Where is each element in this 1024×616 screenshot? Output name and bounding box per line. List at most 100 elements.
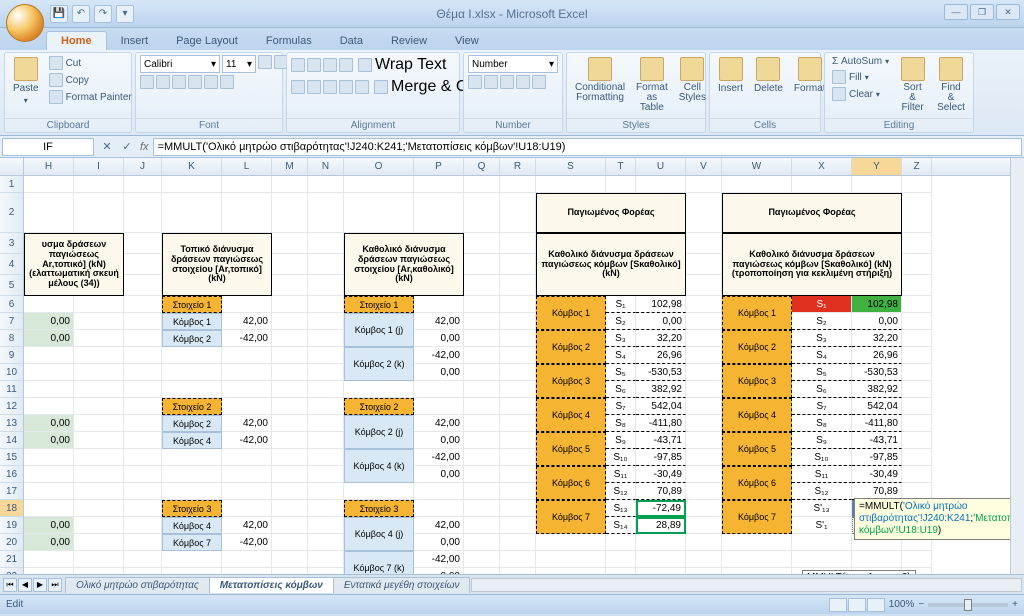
cell[interactable] (222, 176, 272, 193)
cell[interactable] (464, 275, 500, 296)
cell[interactable] (162, 381, 222, 398)
h-8[interactable]: 0,00 (24, 330, 74, 347)
cell[interactable] (500, 254, 536, 275)
cell[interactable] (464, 415, 500, 432)
cell[interactable] (464, 500, 500, 517)
cell[interactable] (500, 176, 536, 193)
w-kombos5[interactable]: Κόμβος 5 (722, 432, 792, 466)
align-middle-icon[interactable] (307, 58, 321, 72)
p-19[interactable]: 42,00 (414, 517, 464, 534)
y-15[interactable]: -97,85 (852, 449, 902, 466)
cell[interactable] (272, 432, 308, 449)
s-kombos3[interactable]: Κόμβος 3 (536, 364, 606, 398)
cell[interactable] (162, 449, 222, 466)
cell[interactable] (500, 364, 536, 381)
row-header-2[interactable]: 2 (0, 193, 23, 233)
cell[interactable] (500, 193, 536, 233)
row-header-9[interactable]: 9 (0, 347, 23, 364)
zoom-in[interactable]: + (1012, 599, 1018, 610)
tab-view[interactable]: View (441, 32, 493, 50)
cell[interactable] (124, 568, 162, 574)
cell[interactable] (124, 449, 162, 466)
h-13[interactable]: 0,00 (24, 415, 74, 432)
cell[interactable] (162, 568, 222, 574)
x-s7[interactable]: S₇ (792, 398, 852, 415)
y-9[interactable]: 26,96 (852, 347, 902, 364)
sheet-tab-1[interactable]: Μετατοπίσεις κόμβων (209, 577, 334, 593)
k-kombos2[interactable]: Κόμβος 2 (162, 330, 222, 347)
italic-icon[interactable] (156, 75, 170, 89)
cell[interactable] (500, 313, 536, 330)
cell[interactable] (536, 176, 606, 193)
cell[interactable] (686, 500, 722, 517)
cell[interactable] (722, 568, 792, 574)
p-8[interactable]: 0,00 (414, 330, 464, 347)
cell[interactable] (686, 193, 722, 233)
y-14[interactable]: -43,71 (852, 432, 902, 449)
dec-dec-icon[interactable] (532, 75, 546, 89)
p-22[interactable]: 0,00 (414, 568, 464, 574)
cell[interactable] (308, 500, 344, 517)
cell[interactable] (536, 551, 606, 568)
row-header-6[interactable]: 6 (0, 296, 23, 313)
cell[interactable] (686, 551, 722, 568)
cell[interactable] (500, 432, 536, 449)
cell[interactable] (902, 313, 932, 330)
tab-insert[interactable]: Insert (107, 32, 163, 50)
cell[interactable] (464, 347, 500, 364)
row-header-3[interactable]: 3 (0, 233, 23, 254)
cell[interactable] (124, 466, 162, 483)
cell[interactable] (414, 296, 464, 313)
s-kombos6[interactable]: Κόμβος 6 (536, 466, 606, 500)
cell[interactable] (74, 415, 124, 432)
y-7[interactable]: 0,00 (852, 313, 902, 330)
row-header-12[interactable]: 12 (0, 398, 23, 415)
cell[interactable] (636, 568, 686, 574)
indent-inc-icon[interactable] (355, 80, 369, 94)
row-header-18[interactable]: 18 (0, 500, 23, 517)
u-19[interactable]: 28,89 (636, 517, 686, 534)
w-kombos1[interactable]: Κόμβος 1 (722, 296, 792, 330)
u-14[interactable]: -43,71 (636, 432, 686, 449)
cell[interactable] (24, 568, 74, 574)
cell[interactable] (852, 176, 902, 193)
cell[interactable] (344, 381, 414, 398)
cell[interactable] (686, 534, 722, 551)
cell[interactable] (606, 568, 636, 574)
cell[interactable] (500, 500, 536, 517)
cell[interactable] (308, 449, 344, 466)
cell[interactable] (222, 466, 272, 483)
cell[interactable] (74, 449, 124, 466)
cell[interactable] (272, 347, 308, 364)
cell[interactable] (902, 330, 932, 347)
x-s3[interactable]: S₃ (792, 330, 852, 347)
cell[interactable] (344, 193, 414, 233)
cell[interactable] (686, 381, 722, 398)
cell[interactable] (74, 551, 124, 568)
cell[interactable] (162, 193, 222, 233)
cell[interactable] (74, 330, 124, 347)
cell[interactable] (24, 398, 74, 415)
cell[interactable] (686, 449, 722, 466)
y-12[interactable]: 542,04 (852, 398, 902, 415)
cell[interactable] (124, 347, 162, 364)
cell[interactable] (222, 381, 272, 398)
x-s5[interactable]: S₅ (792, 364, 852, 381)
cell[interactable] (272, 381, 308, 398)
w-kombos6[interactable]: Κόμβος 6 (722, 466, 792, 500)
grow-font-icon[interactable] (258, 55, 272, 69)
cell[interactable] (902, 347, 932, 364)
cell[interactable] (902, 296, 932, 313)
stoixeio-1-k[interactable]: Στοιχείο 1 (162, 296, 222, 313)
x-s12[interactable]: S₁₂ (792, 483, 852, 500)
cell[interactable] (24, 296, 74, 313)
cell[interactable] (464, 568, 500, 574)
cell[interactable] (308, 381, 344, 398)
cell[interactable] (162, 551, 222, 568)
cell[interactable] (636, 534, 686, 551)
y-11[interactable]: 382,92 (852, 381, 902, 398)
cell[interactable] (902, 449, 932, 466)
cell[interactable] (24, 466, 74, 483)
cell[interactable] (308, 517, 344, 534)
cell[interactable] (500, 483, 536, 500)
